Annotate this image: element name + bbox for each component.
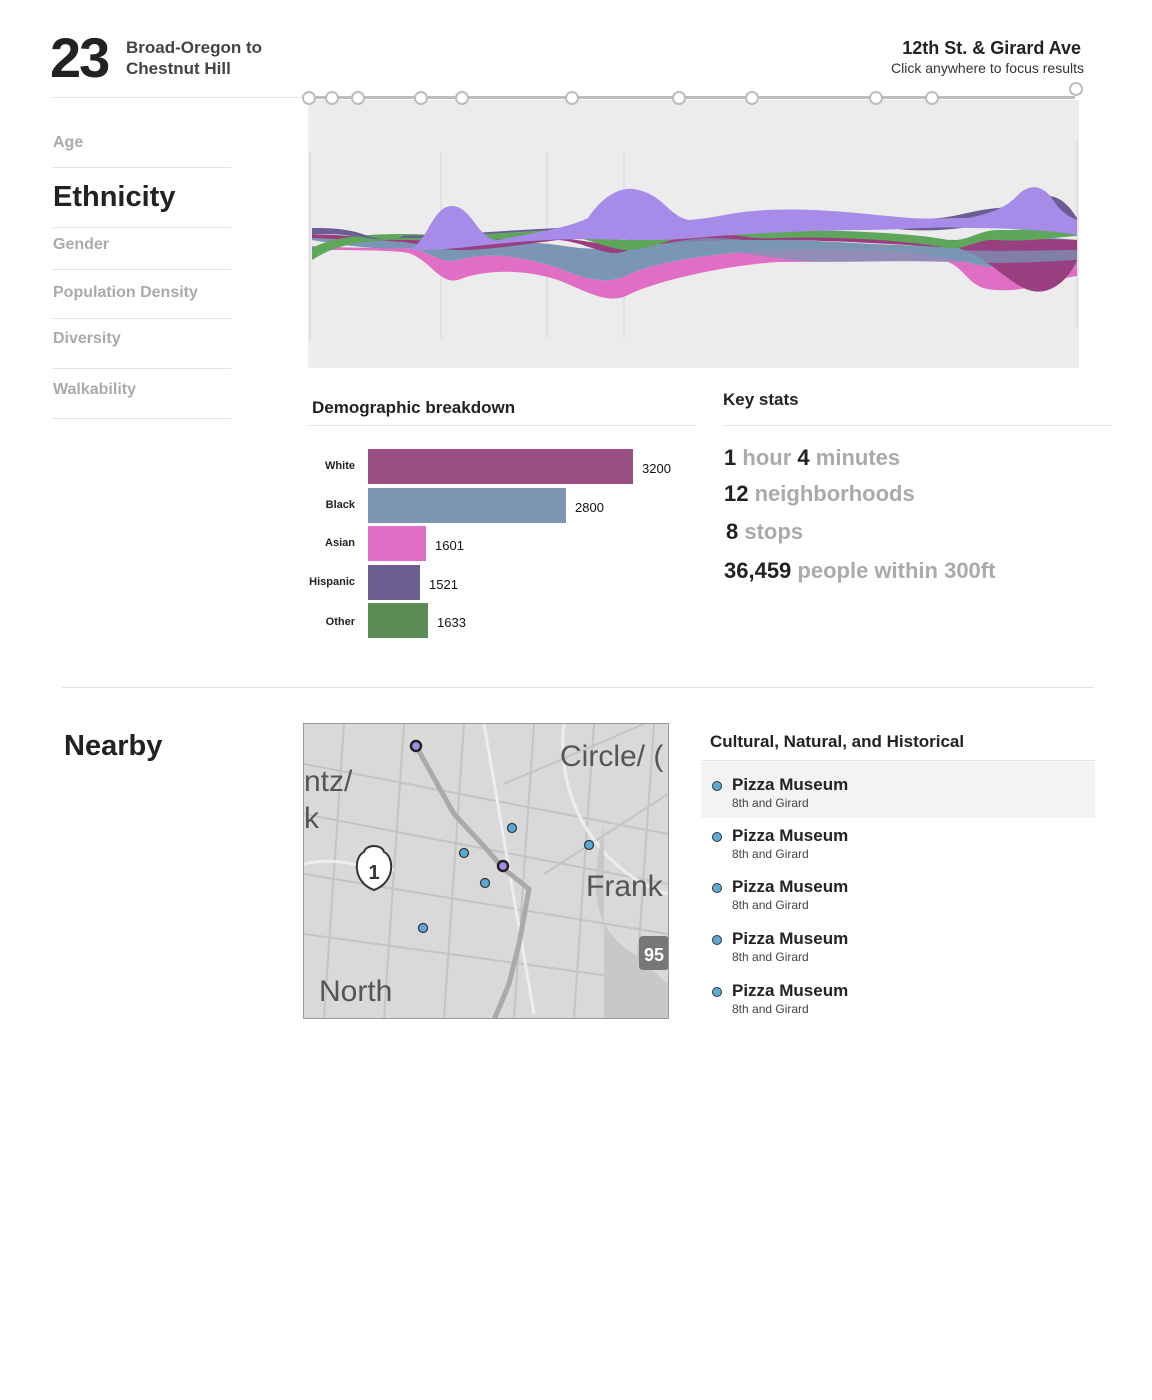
place-address: 8th and Girard — [732, 796, 809, 810]
stat-stops-value: 8 — [726, 519, 739, 544]
route-number: 23 — [50, 26, 110, 89]
stop-marker[interactable] — [455, 91, 469, 105]
sidebar-item-population-density[interactable]: Population Density — [53, 284, 231, 319]
stat-stops-word: stops — [744, 519, 804, 544]
stat-people-value: 36,459 — [724, 558, 792, 583]
route-name: Broad-Oregon to Chestnut Hill — [126, 37, 262, 79]
route-name-line1: Broad-Oregon to — [126, 38, 262, 57]
map-label-ntz: ntz/ — [304, 765, 353, 798]
bar-category-label: White — [325, 460, 355, 472]
interstate-number: 95 — [644, 945, 664, 965]
poi-marker[interactable] — [458, 847, 470, 859]
nearby-title: Nearby — [64, 730, 163, 762]
stat-minutes-word: minutes — [815, 445, 901, 470]
stat-people: 36,459 people within 300ft — [724, 558, 995, 584]
selected-stop-name: 12th St. & Girard Ave — [902, 38, 1081, 58]
stat-stops: 8 stops — [726, 519, 803, 545]
stat-neighborhoods-word: neighborhoods — [754, 481, 915, 506]
sidebar-item-walkability[interactable]: Walkability — [53, 381, 231, 419]
place-address: 8th and Girard — [732, 898, 809, 912]
stat-neighborhoods: 12 neighborhoods — [724, 481, 915, 507]
poi-marker[interactable] — [417, 922, 429, 934]
poi-marker[interactable] — [479, 877, 491, 889]
stat-neighborhoods-value: 12 — [724, 481, 749, 506]
map-label-north: North — [319, 975, 392, 1008]
selected-stop-marker[interactable] — [496, 859, 510, 873]
bar-value-label: 1521 — [429, 577, 458, 592]
key-stats-divider — [723, 425, 1111, 426]
place-item[interactable]: Pizza Museum 8th and Girard — [701, 864, 1095, 920]
bar-category-label: Hispanic — [309, 576, 355, 588]
bar-white[interactable] — [368, 449, 633, 484]
places-category-title: Cultural, Natural, and Historical — [710, 732, 965, 751]
stop-marker[interactable] — [565, 91, 579, 105]
poi-marker[interactable] — [583, 839, 595, 851]
place-item[interactable]: Pizza Museum 8th and Girard — [701, 813, 1095, 869]
stop-marker[interactable] — [672, 91, 686, 105]
stop-marker[interactable] — [869, 91, 883, 105]
place-name: Pizza Museum — [732, 929, 849, 948]
bar-asian[interactable] — [368, 526, 426, 561]
place-name: Pizza Museum — [732, 877, 849, 896]
route-stop-marker[interactable] — [409, 739, 423, 753]
sidebar-item-ethnicity[interactable]: Ethnicity — [53, 181, 231, 228]
stat-minutes-value: 4 — [797, 445, 810, 470]
place-item[interactable]: Pizza Museum 8th and Girard — [701, 762, 1095, 818]
stop-marker[interactable] — [745, 91, 759, 105]
place-marker-icon — [712, 935, 722, 945]
place-name: Pizza Museum — [732, 981, 849, 1000]
place-item[interactable]: Pizza Museum 8th and Girard — [701, 968, 1095, 1024]
bar-category-label: Asian — [325, 537, 355, 549]
stop-marker[interactable] — [302, 91, 316, 105]
stop-marker-selected[interactable] — [1069, 82, 1083, 96]
bar-other[interactable] — [368, 603, 428, 638]
place-name: Pizza Museum — [732, 775, 849, 794]
nearby-map[interactable]: 1 95 Circle/ ( Frank North ntz/ k — [303, 723, 669, 1019]
stream-chart-svg[interactable] — [308, 100, 1079, 368]
place-marker-icon — [712, 832, 722, 842]
route-name-line2: Chestnut Hill — [126, 59, 231, 78]
bar-category-label: Black — [325, 499, 355, 511]
section-divider — [62, 687, 1094, 688]
map-label-k: k — [304, 802, 320, 835]
bar-category-label: Other — [325, 616, 355, 628]
place-item[interactable]: Pizza Museum 8th and Girard — [701, 916, 1095, 972]
stat-travel-time: 1 hour 4 minutes — [724, 445, 900, 471]
key-stats-title: Key stats — [723, 390, 799, 409]
shield-number: 1 — [368, 862, 379, 884]
bar-value-label: 1633 — [437, 615, 466, 630]
ethnicity-stream-chart[interactable] — [308, 100, 1079, 368]
stop-marker[interactable] — [351, 91, 365, 105]
poi-marker[interactable] — [506, 822, 518, 834]
places-divider — [701, 760, 1095, 761]
place-marker-icon — [712, 987, 722, 997]
demographics-divider — [308, 425, 695, 426]
stop-marker[interactable] — [414, 91, 428, 105]
header-divider — [52, 97, 308, 98]
stat-people-word: people within 300ft — [797, 558, 996, 583]
sidebar-item-gender[interactable]: Gender — [53, 236, 231, 270]
place-marker-icon — [712, 781, 722, 791]
bar-hispanic[interactable] — [368, 565, 420, 600]
map-label-circle: Circle/ ( — [560, 740, 663, 773]
sidebar-item-age[interactable]: Age — [53, 134, 231, 168]
bar-value-label: 3200 — [642, 461, 671, 476]
stat-hours-value: 1 — [724, 445, 737, 470]
map-label-frank: Frank — [586, 870, 664, 903]
stat-hours-word: hour — [742, 445, 792, 470]
place-name: Pizza Museum — [732, 826, 849, 845]
bar-value-label: 1601 — [435, 538, 464, 553]
stop-marker[interactable] — [325, 91, 339, 105]
place-address: 8th and Girard — [732, 847, 809, 861]
place-address: 8th and Girard — [732, 950, 809, 964]
place-address: 8th and Girard — [732, 1002, 809, 1016]
bar-value-label: 2800 — [575, 500, 604, 515]
demographics-title: Demographic breakdown — [312, 398, 516, 417]
bar-black[interactable] — [368, 488, 566, 523]
place-marker-icon — [712, 883, 722, 893]
focus-hint: Click anywhere to focus results — [891, 60, 1084, 76]
sidebar-item-diversity[interactable]: Diversity — [53, 330, 231, 369]
map-svg[interactable]: 1 95 Circle/ ( Frank North ntz/ k — [304, 724, 668, 1018]
stop-marker[interactable] — [925, 91, 939, 105]
